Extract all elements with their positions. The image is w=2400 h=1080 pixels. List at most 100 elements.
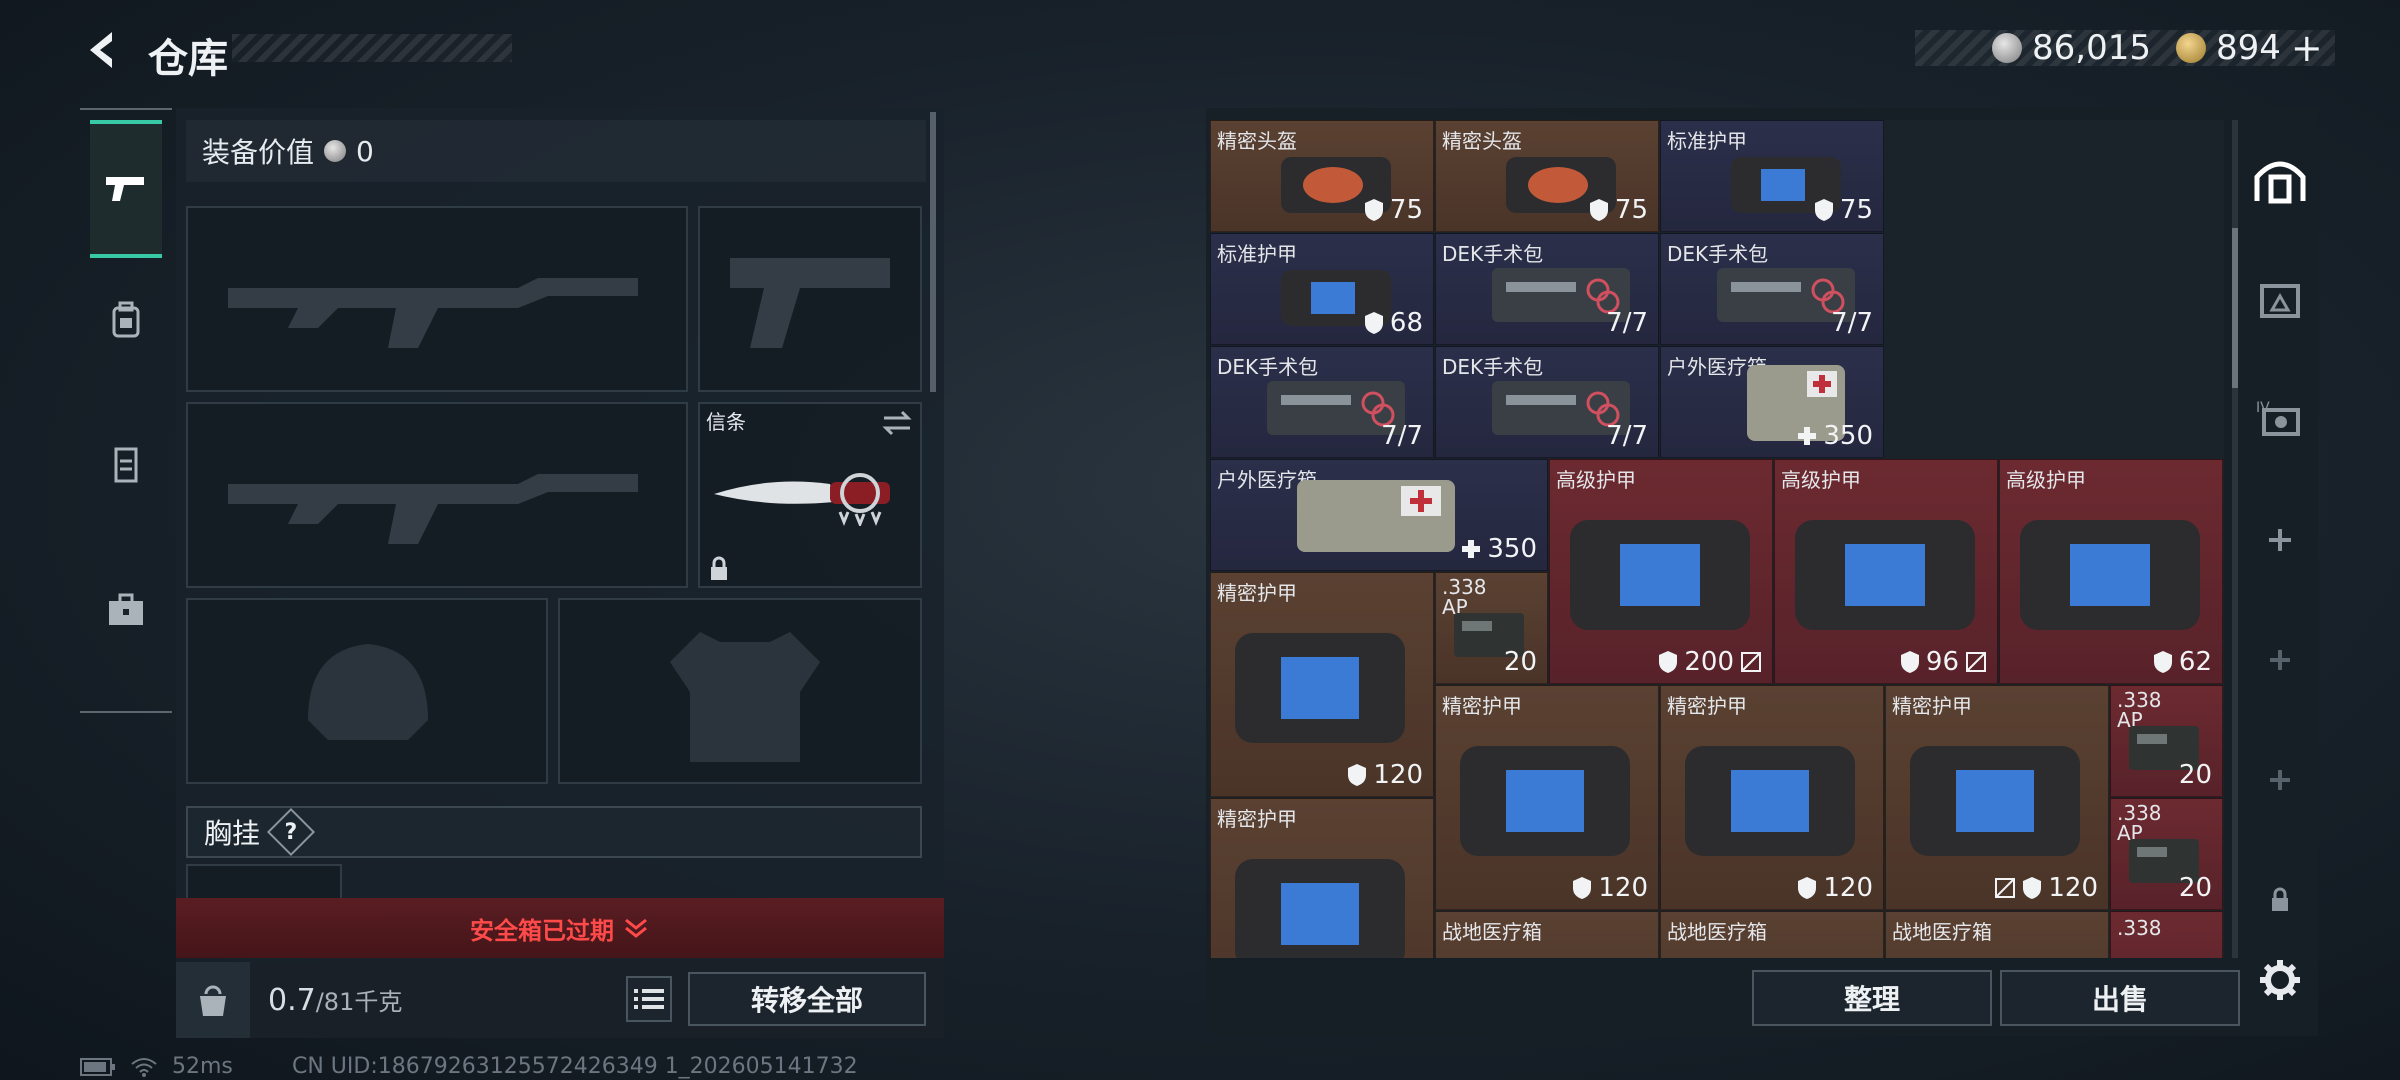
stash-tab-main[interactable] [2248, 140, 2312, 220]
swap-icon[interactable] [880, 410, 914, 436]
chest-rig-row[interactable]: 胸挂 ? [186, 806, 922, 858]
stash-item[interactable]: DEK手术包 7/7 [1660, 233, 1884, 345]
tab-case[interactable] [90, 555, 162, 665]
armor-bag-icon [2020, 520, 2200, 630]
silver-coin-icon [324, 140, 347, 162]
stash-item[interactable]: .338 [2110, 911, 2223, 958]
add-stash-tab-button[interactable] [2248, 510, 2312, 570]
item-value: 200 [1658, 647, 1762, 677]
stash-item[interactable]: 战地医疗箱 [1885, 911, 2109, 958]
broken-icon [1966, 652, 1986, 672]
stash-item[interactable]: 精密护甲 120 [1660, 685, 1884, 910]
shield-icon [1589, 199, 1608, 221]
melee-slot[interactable]: 信条 [698, 402, 922, 588]
item-value: 20 [2178, 760, 2212, 790]
item-value: 96 [1900, 647, 1987, 677]
broken-icon [1995, 878, 2016, 898]
stash-item[interactable]: DEK手术包 7/7 [1210, 346, 1434, 458]
stash-item[interactable]: DEK手术包 7/7 [1435, 346, 1659, 458]
second-primary-weapon-slot[interactable] [186, 402, 688, 588]
item-value: 75 [1364, 195, 1423, 225]
stash-item[interactable]: 战地医疗箱 [1660, 911, 1884, 958]
melee-slot-label: 信条 [706, 410, 746, 434]
box-icon [2260, 284, 2300, 318]
sort-button[interactable]: 整理 [1752, 970, 1992, 1026]
stash-item[interactable]: 精密头盔 75 [1210, 120, 1434, 232]
stash-item[interactable]: 标准护甲 68 [1210, 233, 1434, 345]
sell-button[interactable]: 出售 [2000, 970, 2240, 1026]
plus-icon [1798, 427, 1817, 445]
equipment-scroll-thumb[interactable] [930, 112, 936, 392]
stash-item[interactable]: 精密头盔 75 [1435, 120, 1659, 232]
stash-item[interactable]: 标准护甲 75 [1660, 120, 1884, 232]
kettlebell-icon [200, 985, 226, 1016]
shield-icon [1900, 651, 1919, 673]
stash-scroll-thumb[interactable] [2232, 228, 2238, 388]
add-currency-icon[interactable]: + [2291, 26, 2323, 70]
help-icon[interactable]: ? [266, 807, 316, 857]
equipment-tab-bar [80, 108, 172, 713]
gold-currency[interactable]: 894 + [2176, 26, 2323, 70]
stash-item[interactable]: .338 AP 20 [2110, 798, 2223, 910]
armor-bag-icon [1685, 746, 1855, 856]
item-value: 68 [1364, 308, 1423, 338]
stash-item[interactable]: .338 AP 20 [1435, 572, 1548, 684]
back-button[interactable] [78, 26, 126, 74]
stash-item[interactable]: 精密护甲 120 [1435, 685, 1659, 910]
stash-item[interactable]: 高级护甲 96 [1774, 459, 1998, 684]
backpack-icon [112, 301, 140, 338]
double-chevron-down-icon [625, 918, 647, 938]
armor-slot[interactable] [558, 598, 922, 784]
item-name: 战地医疗箱 [1442, 920, 1542, 944]
stash-item[interactable]: 高级护甲 62 [1999, 459, 2223, 684]
add-stash-tab-button[interactable] [2248, 750, 2312, 810]
chest-rig-label: 胸挂 [204, 817, 261, 850]
tab-armor[interactable] [90, 410, 162, 520]
item-name: 高级护甲 [1781, 468, 1861, 492]
item-value: 120 [1797, 873, 1873, 903]
transfer-all-button[interactable]: 转移全部 [688, 972, 926, 1026]
gear-icon [2260, 960, 2300, 1000]
stash-item[interactable]: DEK手术包 7/7 [1435, 233, 1659, 345]
plus-icon [2269, 529, 2291, 551]
tab-weapons[interactable] [90, 120, 162, 258]
stash-item[interactable]: 精密护甲 [1210, 798, 1434, 958]
shield-icon [1814, 199, 1833, 221]
settings-button[interactable] [2248, 950, 2312, 1010]
wifi-icon [131, 1057, 157, 1077]
tab-gear[interactable] [90, 265, 162, 375]
item-name: 战地医疗箱 [1892, 920, 1992, 944]
vest-silhouette-icon [670, 632, 820, 762]
item-value: 7/7 [1381, 421, 1423, 451]
stash-tab-3[interactable]: IV [2248, 378, 2312, 458]
stash-item[interactable]: 户外医疗箱 350 [1210, 459, 1548, 571]
shield-icon [1364, 199, 1383, 221]
page-title: 仓库 [148, 36, 228, 82]
item-value: 7/7 [1606, 308, 1648, 338]
item-name: 精密护甲 [1667, 694, 1747, 718]
stash-item[interactable]: .338 AP 20 [2110, 685, 2223, 797]
weight-max: /81千克 [315, 988, 403, 1016]
stash-tab-2[interactable] [2248, 260, 2312, 340]
locked-stash-tab [2248, 870, 2312, 930]
add-stash-tab-button[interactable] [2248, 630, 2312, 690]
safe-box-expired-bar[interactable]: 安全箱已过期 [176, 898, 944, 958]
item-value: 20 [1503, 647, 1537, 677]
weight-readout: 0.7/81千克 [268, 982, 402, 1018]
primary-weapon-slot[interactable] [186, 206, 688, 392]
stash-item[interactable]: 战地医疗箱 [1435, 911, 1659, 958]
stash-item[interactable]: 精密护甲 120 [1885, 685, 2109, 910]
stash-item[interactable]: 精密护甲 120 [1210, 572, 1434, 797]
item-value: 120 [1347, 760, 1423, 790]
equipment-case-icon: IV [2256, 400, 2300, 436]
item-value: 120 [1994, 873, 2098, 903]
knife-icon [714, 473, 890, 526]
stash-item[interactable]: 户外医疗箱 350 [1660, 346, 1884, 458]
stash-item[interactable]: 高级护甲 200 [1549, 459, 1773, 684]
list-view-button[interactable] [626, 976, 672, 1022]
secondary-weapon-slot[interactable] [698, 206, 922, 392]
gold-amount: 894 [2216, 28, 2281, 68]
helmet-slot[interactable] [186, 598, 548, 784]
item-value: 7/7 [1831, 308, 1873, 338]
battery-icon [80, 1057, 115, 1076]
